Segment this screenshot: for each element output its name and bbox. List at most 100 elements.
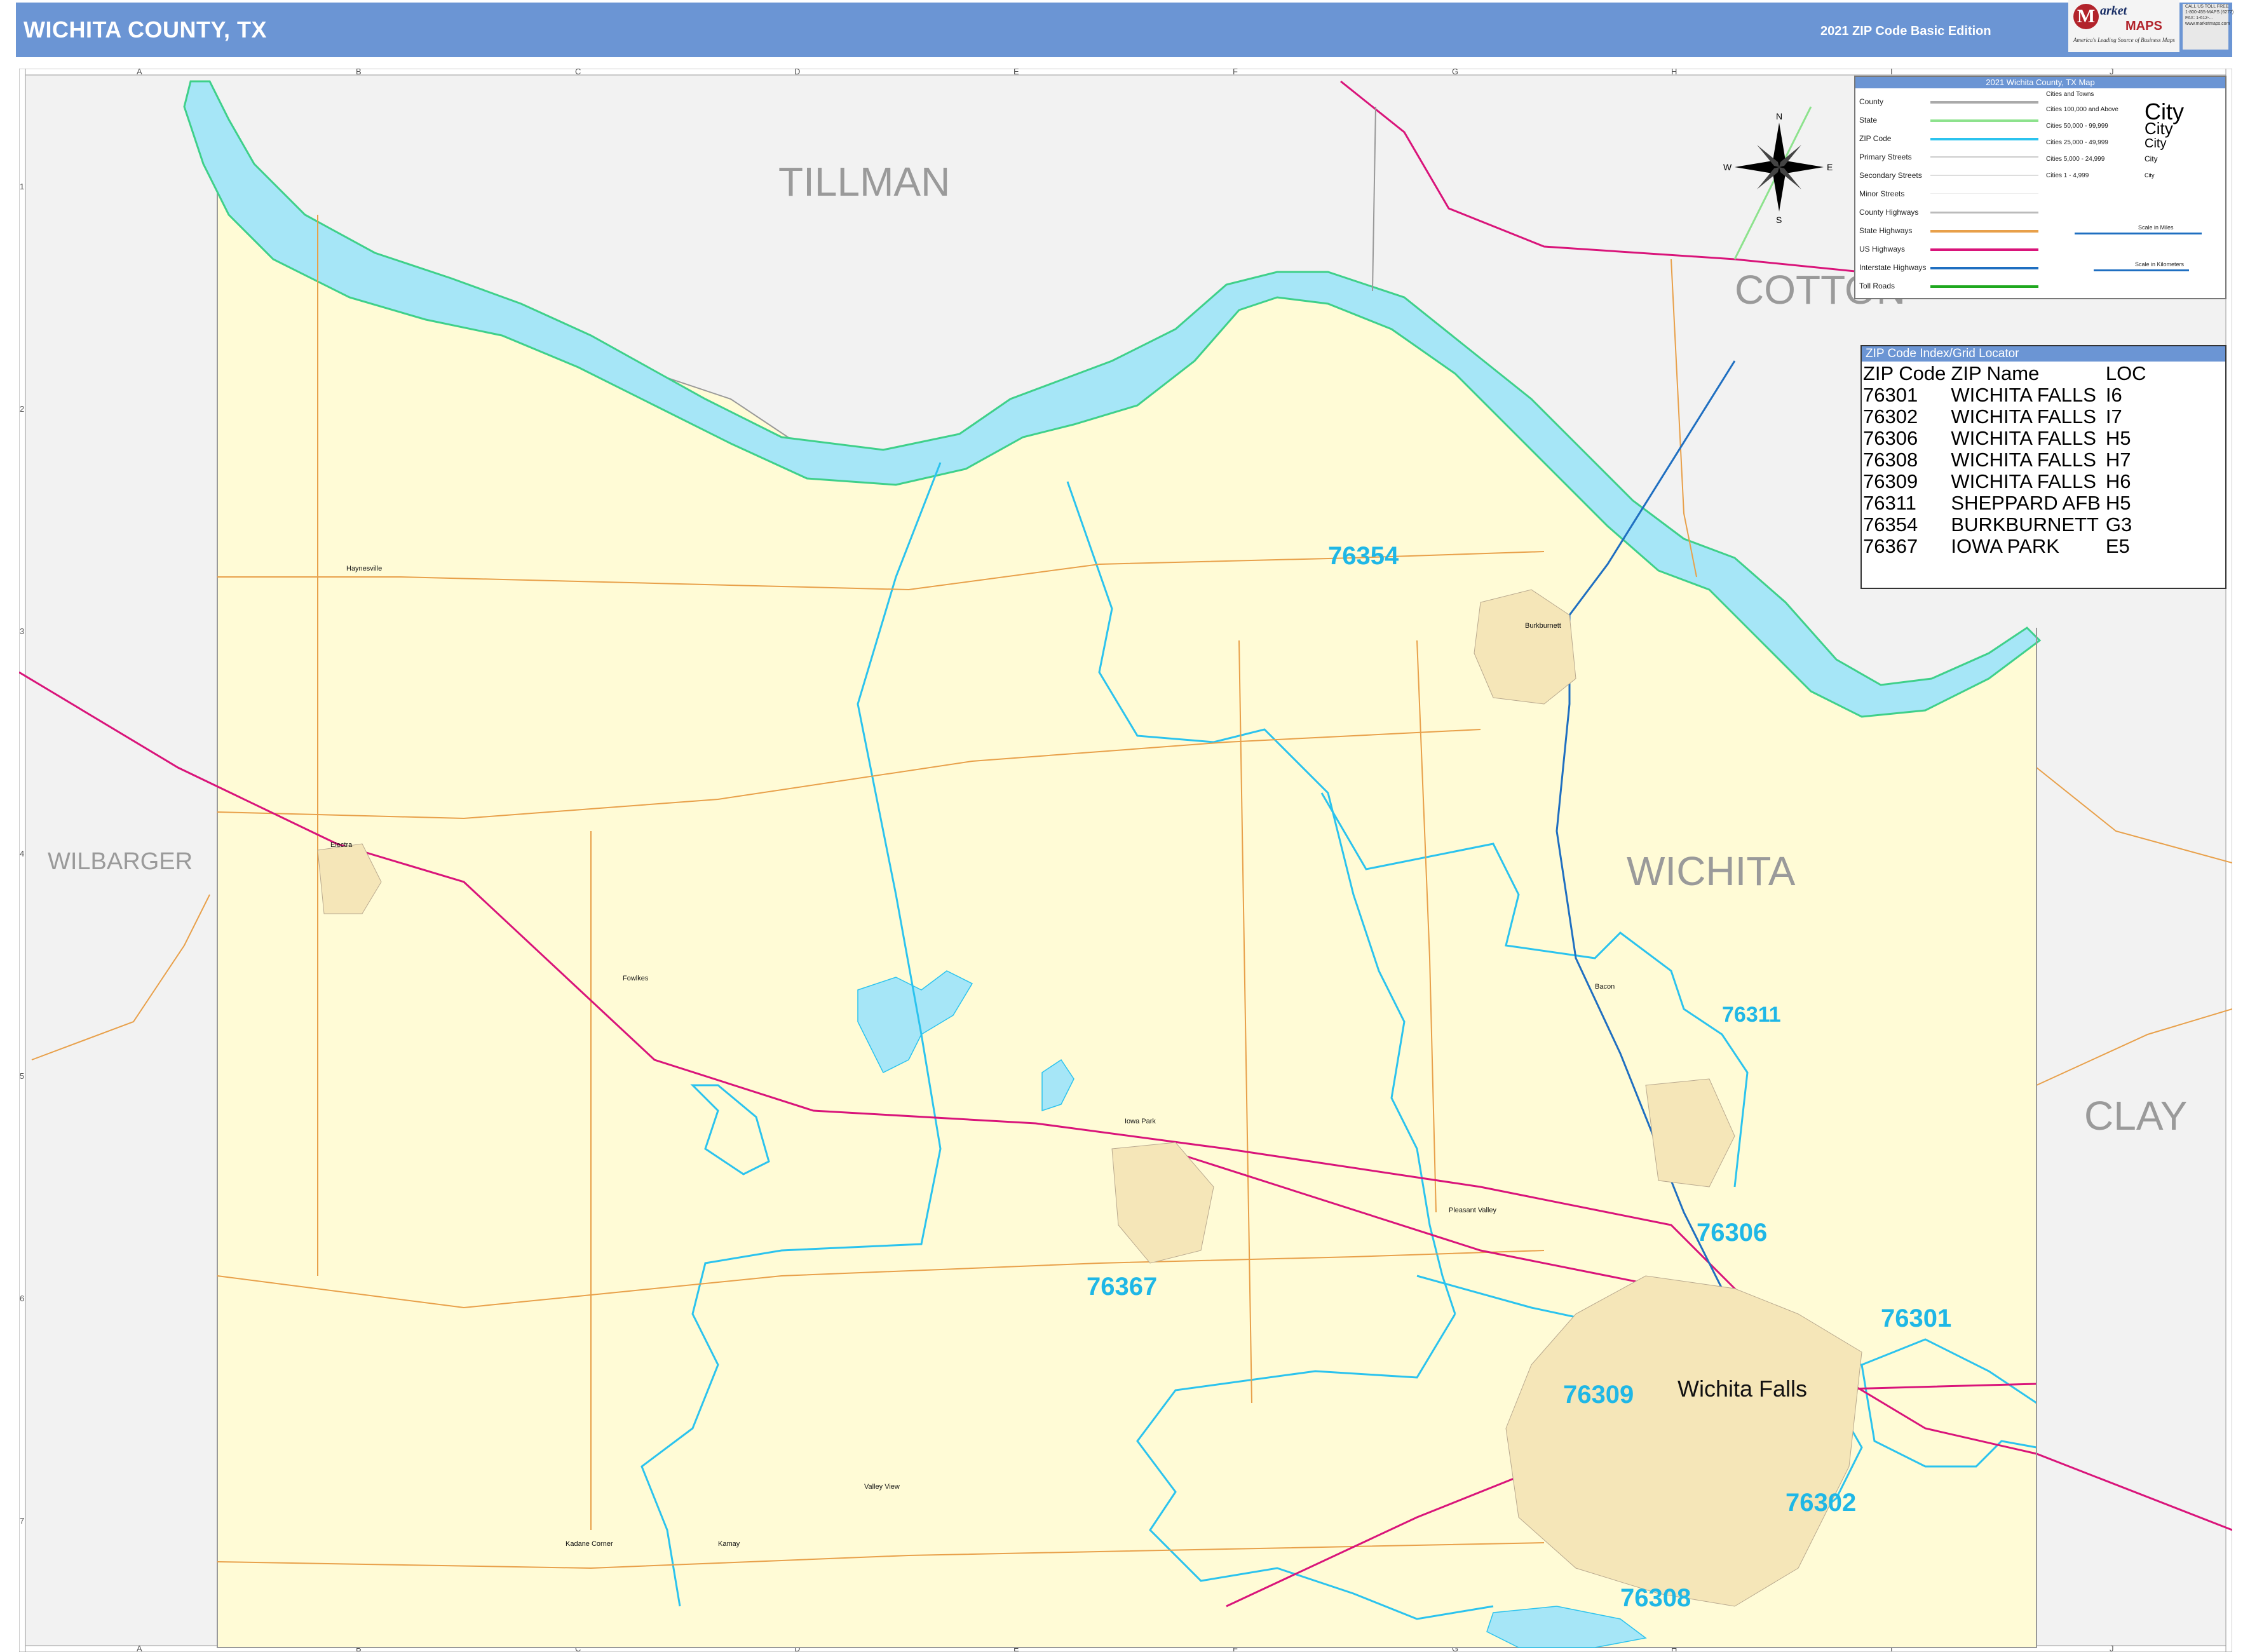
zip-index-title: ZIP Code Index/Grid Locator [1862,346,2225,362]
grid-row-label: 7 [20,1516,24,1526]
zip-index-col: ZIP Code [1863,362,1946,384]
zip-code-cell: 76306 [1863,427,1918,449]
zip-name-cell: IOWA PARK [1951,535,2059,557]
legend-title: 2021 Wichita County, TX Map [1855,77,2225,88]
legend-swatch-zip [1930,138,2038,140]
zip-name-cell: WICHITA FALLS [1951,470,2096,492]
grid-row-label: 4 [20,849,24,858]
contact-line: www.marketmaps.com [2185,22,2230,26]
grid-row-label: 3 [20,626,24,636]
zip-index-table: ZIP Code Index/Grid Locator ZIP Code ZIP… [1860,345,2226,589]
grid-col-label: A [137,69,142,76]
legend-label-toll: Toll Roads [1859,281,1895,290]
zip-label-76311: 76311 [1722,1003,1781,1027]
zip-code-cell: 76308 [1863,449,1918,471]
zip-index-header-row: ZIP Code ZIP Name LOC [1863,363,2152,384]
compass-s: S [1776,215,1782,225]
zip-code-cell: 76309 [1863,470,1918,492]
city-label-wichita-falls: Wichita Falls [1677,1376,1807,1402]
logo-brand-line1: arket [2100,4,2127,18]
zip-code-cell: 76302 [1863,405,1918,428]
grid-col-label: E [1013,69,1019,76]
grid-col-label: A [137,1644,142,1652]
table-row: 76302 WICHITA FALLS I7 [1863,406,2152,428]
zip-loc-cell: H6 [2105,470,2131,492]
grid-col-label: F [1233,69,1238,76]
legend-label-county: County [1859,97,1884,106]
legend-city-class: Cities 5,000 - 24,999 [2046,156,2105,163]
grid-row-label: 5 [20,1071,24,1081]
grid-col-label: G [1452,69,1458,76]
zip-name-cell: SHEPPARD AFB [1951,492,2101,514]
zip-loc-cell: H7 [2105,449,2131,471]
legend-swatch-state-hwy [1930,230,2038,233]
zip-name-cell: WICHITA FALLS [1951,427,2096,449]
zip-loc-cell: E5 [2105,535,2130,557]
market-maps-logo[interactable]: M arket MAPS America's Leading Source of… [2068,0,2179,52]
zip-code-cell: 76367 [1863,535,1918,557]
legend-city-class: Cities 50,000 - 99,999 [2046,123,2108,130]
legend-city-class: Cities 25,000 - 49,999 [2046,139,2108,146]
city-label-haynesville: Haynesville [346,565,382,572]
zip-code-cell: 76311 [1863,492,1916,514]
city-label-iowa-park: Iowa Park [1125,1118,1156,1125]
map-title: WICHITA COUNTY, TX [24,17,267,43]
city-label-fowlkes: Fowlkes [623,975,649,982]
zip-label-76309: 76309 [1563,1381,1634,1409]
zip-index-col: ZIP Name [1951,362,2040,384]
city-label-burkburnett: Burkburnett [1525,622,1561,630]
compass-w: W [1723,162,1732,172]
table-row: 76308 WICHITA FALLS H7 [1863,449,2152,471]
zip-loc-cell: G3 [2105,513,2132,536]
legend-scale-km: Scale in Kilometers [2135,261,2185,267]
legend-swatch-county [1930,101,2038,104]
contact-line: 1-800-455-MAPS (6277) [2185,10,2234,15]
legend-swatch-state [1930,119,2038,122]
map-legend: 2021 Wichita County, TX Map County State… [1854,76,2226,299]
legend-city-sample: City [2145,172,2155,179]
legend-label-minor: Minor Streets [1859,189,1905,198]
city-label-kadane-corner: Kadane Corner [566,1540,613,1548]
city-label-valley-view: Valley View [864,1483,900,1491]
county-map[interactable]: A B C D E F G H I J A B C D E F G H I J … [19,69,2232,1652]
legend-swatch-secondary [1930,175,2038,176]
legend-label-us-hwy: US Highways [1859,245,1906,254]
legend-city-sample: City [2145,119,2173,138]
legend-city-sample: City [2145,137,2167,151]
legend-city-class: Cities 100,000 and Above [2046,106,2118,113]
legend-cities-header: Cities and Towns [2046,91,2094,98]
legend-swatch-interstate [1930,267,2038,269]
city-label-pleasant-valley: Pleasant Valley [1449,1207,1497,1214]
legend-label-state: State [1859,116,1878,125]
legend-swatch-county-hwy [1930,212,2038,213]
neighbor-label-wilbarger: WILBARGER [48,848,193,875]
zip-label-76308: 76308 [1620,1584,1691,1612]
legend-swatch-minor [1930,193,2038,194]
city-label-bacon: Bacon [1595,983,1615,991]
edition-label: 2021 ZIP Code Basic Edition [1820,24,1991,38]
grid-col-label: J [2110,1644,2114,1652]
grid-row-label: 2 [20,404,24,414]
logo-contact: CALL US TOLL FREE 1-800-455-MAPS (6277) … [2183,4,2234,50]
legend-scale-bar [2075,233,2202,234]
neighbor-label-tillman: TILLMAN [778,159,950,205]
legend-swatch-toll [1930,285,2038,288]
zip-loc-cell: I6 [2105,384,2122,406]
legend-swatch-primary [1930,156,2038,158]
zip-code-cell: 76354 [1863,513,1918,536]
legend-label-state-hwy: State Highways [1859,226,1913,235]
logo-tagline: America's Leading Source of Business Map… [2073,37,2175,43]
grid-col-label: C [575,69,581,76]
grid-col-label: H [1671,69,1677,76]
zip-code-cell: 76301 [1863,384,1918,406]
grid-row-label: 6 [20,1294,24,1303]
map-header: WICHITA COUNTY, TX 2021 ZIP Code Basic E… [16,3,2232,57]
table-row: 76354 BURKBURNETT G3 [1863,514,2152,536]
zip-label-76306: 76306 [1697,1219,1767,1247]
legend-label-secondary: Secondary Streets [1859,171,1922,180]
zip-name-cell: WICHITA FALLS [1951,449,2096,471]
grid-col-label: B [356,69,362,76]
zip-name-cell: WICHITA FALLS [1951,405,2096,428]
zip-label-76302: 76302 [1786,1489,1856,1517]
legend-scale-miles: Scale in Miles [2138,224,2174,231]
